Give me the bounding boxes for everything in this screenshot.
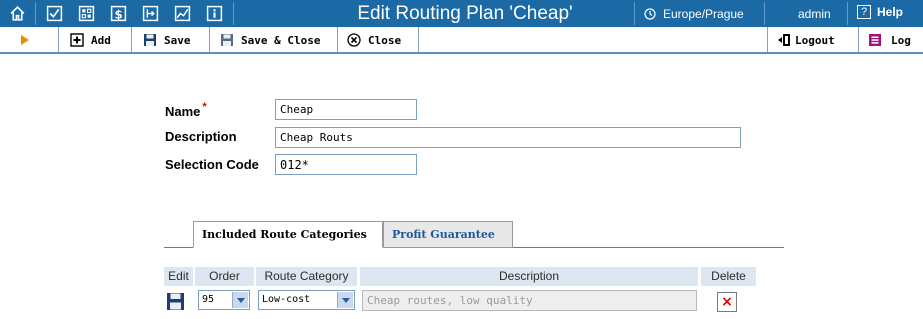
selection-code-label: Selection Code — [165, 157, 259, 172]
save-close-label: Save & Close — [241, 33, 321, 47]
description-label: Description — [165, 129, 237, 144]
toolbar-separator — [767, 27, 768, 52]
help-link[interactable]: ? Help — [857, 5, 903, 19]
help-label: Help — [877, 5, 904, 19]
column-header-edit: Edit — [164, 267, 193, 286]
toolbar-separator — [58, 27, 59, 52]
log-label: Log — [891, 33, 911, 47]
close-icon — [347, 33, 361, 47]
toolbar-separator — [418, 27, 419, 52]
description-field[interactable]: Cheap Routs — [275, 127, 741, 148]
required-mark: * — [202, 101, 207, 113]
timezone-label: Europe/Prague — [663, 7, 744, 21]
order-value: 95 — [202, 294, 215, 305]
timezone-display[interactable]: Europe/Prague — [644, 7, 744, 21]
header-separator — [634, 2, 635, 25]
log-icon — [869, 34, 881, 46]
close-button[interactable]: Close — [347, 31, 401, 49]
close-label: Close — [368, 33, 402, 47]
dollar-icon[interactable]: $ — [109, 4, 128, 23]
toolbar-separator — [858, 27, 859, 52]
add-label: Add — [91, 33, 111, 47]
page-title: Edit Routing Plan 'Cheap' — [357, 3, 573, 24]
chart-icon[interactable] — [173, 4, 192, 23]
tab-included-route-categories[interactable]: Included Route Categories — [193, 221, 383, 248]
chevron-down-icon — [232, 292, 248, 308]
name-field[interactable]: Cheap — [275, 99, 417, 120]
play-arrow-icon[interactable] — [21, 35, 29, 45]
clock-icon — [644, 8, 656, 20]
save-icon — [144, 34, 156, 46]
column-header-route-category: Route Category — [256, 267, 357, 286]
log-button[interactable]: Log — [868, 31, 911, 49]
add-button[interactable]: Add — [70, 31, 111, 49]
info-icon[interactable] — [205, 4, 224, 23]
add-icon — [70, 33, 84, 47]
header-separator — [35, 2, 36, 25]
current-user[interactable]: admin — [798, 7, 831, 21]
delete-icon: × — [721, 294, 733, 310]
header-separator — [847, 2, 848, 25]
header-separator — [233, 2, 234, 25]
toolbar-separator — [209, 27, 210, 52]
grid-icon[interactable] — [77, 4, 96, 23]
logout-icon — [778, 34, 790, 46]
export-icon[interactable] — [141, 4, 160, 23]
toolbar-separator — [131, 27, 132, 52]
checkbox-icon[interactable] — [45, 4, 64, 23]
logout-button[interactable]: Logout — [777, 31, 835, 49]
save-button[interactable]: Save — [143, 31, 191, 49]
row-description-field[interactable]: Cheap routes, low quality — [362, 290, 697, 311]
top-header: $ Edit Routing Plan 'Cheap' Europe/Pragu… — [0, 0, 923, 27]
help-icon: ? — [857, 5, 871, 19]
delete-button[interactable]: × — [717, 292, 737, 312]
header-separator — [764, 2, 765, 25]
tab-profit-guarantee[interactable]: Profit Guarantee — [383, 221, 513, 248]
order-select[interactable]: 95 — [198, 290, 250, 310]
route-category-value: Low-cost — [262, 294, 311, 305]
selection-code-field[interactable]: 012* — [275, 154, 417, 175]
svg-text:$: $ — [114, 7, 122, 21]
route-category-select[interactable]: Low-cost — [258, 290, 355, 310]
toolbar-separator — [337, 27, 338, 52]
name-label-text: Name — [165, 104, 201, 119]
name-label: Name * — [165, 101, 207, 119]
home-icon[interactable] — [8, 4, 27, 23]
save-close-icon — [221, 34, 233, 46]
chevron-down-icon — [337, 292, 353, 308]
save-close-button[interactable]: Save & Close — [220, 31, 320, 49]
column-header-delete: Delete — [701, 267, 756, 286]
toolbar: Add Save Save & Close Close Logout Log — [0, 27, 923, 54]
save-label: Save — [164, 33, 191, 47]
row-save-icon[interactable] — [166, 292, 185, 311]
column-header-order: Order — [195, 267, 254, 286]
logout-label: Logout — [795, 33, 835, 47]
column-header-description: Description — [360, 267, 698, 286]
